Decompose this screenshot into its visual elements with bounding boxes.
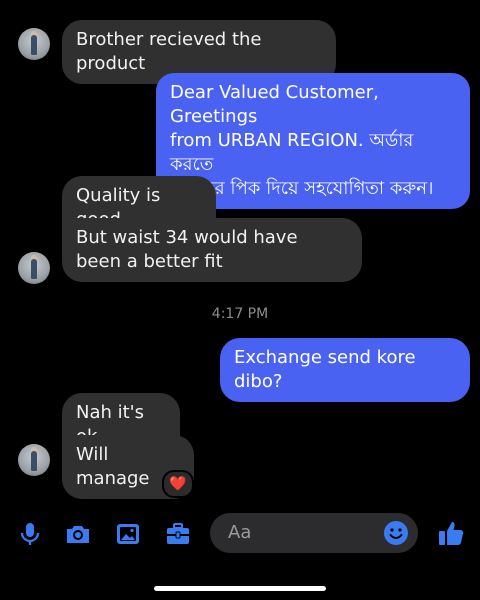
- heart-icon: ❤️: [169, 476, 187, 492]
- message-timestamp: 4:17 PM: [211, 306, 269, 322]
- contact-avatar-1[interactable]: [18, 28, 50, 60]
- microphone-icon[interactable]: [16, 520, 44, 548]
- message-line: Dear Valued Customer, Greetings: [170, 82, 379, 127]
- home-indicator: [154, 586, 326, 591]
- gallery-icon[interactable]: [114, 520, 142, 548]
- emoji-icon[interactable]: [382, 519, 410, 547]
- message-line: from URBAN REGION. অর্ডার করতে: [170, 130, 414, 175]
- outgoing-message[interactable]: Exchange send kore dibo?: [220, 338, 470, 402]
- contact-avatar-2[interactable]: [18, 252, 50, 284]
- heart-reaction[interactable]: ❤️: [162, 470, 194, 498]
- camera-icon[interactable]: [64, 520, 92, 548]
- composer-bar: Aa: [0, 512, 480, 556]
- contact-avatar-3[interactable]: [18, 444, 50, 476]
- message-input-placeholder: Aa: [228, 522, 252, 543]
- incoming-message[interactable]: But waist 34 would have been a better fi…: [62, 218, 362, 282]
- message-input[interactable]: Aa: [210, 513, 418, 553]
- briefcase-icon[interactable]: [164, 520, 192, 548]
- thumbs-up-icon[interactable]: [436, 518, 466, 548]
